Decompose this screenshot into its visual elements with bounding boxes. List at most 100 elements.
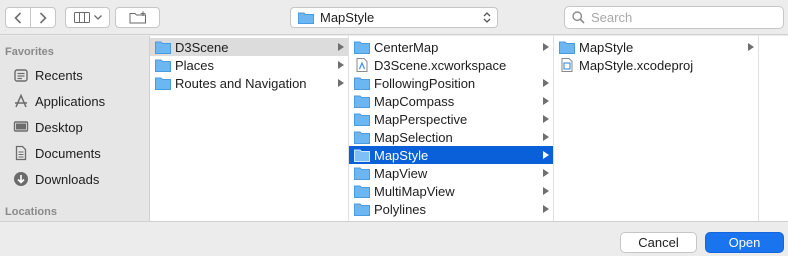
back-forward-group xyxy=(5,7,56,28)
disclosure-arrow-icon xyxy=(543,151,549,159)
toolbar: MapStyle xyxy=(0,0,788,35)
row-label: FollowingPosition xyxy=(374,75,476,91)
disclosure-arrow-icon xyxy=(543,205,549,213)
column-row-routes[interactable]: Routes and Navigation xyxy=(150,74,348,92)
folder-icon xyxy=(298,12,314,24)
search-input[interactable] xyxy=(591,10,771,25)
path-popup[interactable]: MapStyle xyxy=(290,7,498,28)
disclosure-arrow-icon xyxy=(338,43,344,51)
chevron-left-icon xyxy=(14,11,22,24)
column-row-mapperspective[interactable]: MapPerspective xyxy=(349,110,553,128)
folder-icon xyxy=(354,95,370,108)
column-row-followingposition[interactable]: FollowingPosition xyxy=(349,74,553,92)
column-row-polylines[interactable]: Polylines xyxy=(349,200,553,218)
open-button[interactable]: Open xyxy=(705,232,784,253)
chevron-right-icon xyxy=(39,11,47,24)
documents-icon xyxy=(12,144,30,162)
folder-icon xyxy=(354,149,370,162)
chevron-down-icon xyxy=(93,15,102,20)
row-label: Places xyxy=(175,57,215,73)
new-folder-icon xyxy=(129,11,146,24)
browser-column-3: MapStyle MapStyle.xcodeproj xyxy=(554,36,759,221)
folder-icon xyxy=(354,185,370,198)
sidebar-item-documents[interactable]: Documents xyxy=(12,142,101,164)
column-row-mapstyle-folder[interactable]: MapStyle xyxy=(554,38,758,56)
disclosure-arrow-icon xyxy=(543,79,549,87)
sidebar: Favorites Recents Applications Desktop D… xyxy=(0,36,150,221)
recents-icon xyxy=(12,66,30,84)
row-label: MapStyle xyxy=(579,39,634,55)
desktop-icon xyxy=(12,118,30,136)
folder-icon xyxy=(354,77,370,90)
sidebar-item-label: Documents xyxy=(35,145,101,161)
disclosure-arrow-icon xyxy=(543,97,549,105)
new-folder-button[interactable] xyxy=(115,7,160,28)
xcodeproj-file-icon xyxy=(561,58,573,72)
row-label: MapSelection xyxy=(374,129,453,145)
column-row-xcodeproj[interactable]: MapStyle.xcodeproj xyxy=(554,56,758,74)
folder-icon xyxy=(354,203,370,216)
disclosure-arrow-icon xyxy=(748,43,754,51)
sidebar-item-label: Recents xyxy=(35,67,83,83)
column-row-workspace[interactable]: D3Scene.xcworkspace xyxy=(349,56,553,74)
row-label: MultiMapView xyxy=(374,183,455,199)
sidebar-item-downloads[interactable]: Downloads xyxy=(12,168,99,190)
disclosure-arrow-icon xyxy=(338,79,344,87)
browser-column-empty xyxy=(759,36,788,221)
favorites-header: Favorites xyxy=(5,46,54,58)
row-label: MapStyle xyxy=(374,147,429,163)
dialog-footer: Cancel Open xyxy=(0,221,788,256)
disclosure-arrow-icon xyxy=(338,61,344,69)
folder-icon xyxy=(354,41,370,54)
disclosure-arrow-icon xyxy=(543,115,549,123)
folder-icon xyxy=(354,167,370,180)
search-icon xyxy=(572,11,585,24)
search-field[interactable] xyxy=(564,6,784,29)
row-label: Polylines xyxy=(374,201,427,217)
column-row-mapview[interactable]: MapView xyxy=(349,164,553,182)
browser-column-2: CenterMap D3Scene.xcworkspace FollowingP… xyxy=(349,36,554,221)
row-label: MapView xyxy=(374,165,428,181)
sidebar-item-desktop[interactable]: Desktop xyxy=(12,116,83,138)
disclosure-arrow-icon xyxy=(543,187,549,195)
folder-icon xyxy=(559,41,575,54)
row-label: Routes and Navigation xyxy=(175,75,307,91)
disclosure-arrow-icon xyxy=(543,169,549,177)
browser-column-1: D3Scene Places Routes and Navigation xyxy=(150,36,349,221)
column-row-places[interactable]: Places xyxy=(150,56,348,74)
row-label: D3Scene xyxy=(175,39,229,55)
row-label: MapStyle.xcodeproj xyxy=(579,57,694,73)
locations-header: Locations xyxy=(5,206,57,218)
columns-view-icon xyxy=(73,12,90,23)
row-label: CenterMap xyxy=(374,39,439,55)
column-row-multimapview[interactable]: MultiMapView xyxy=(349,182,553,200)
sidebar-item-label: Downloads xyxy=(35,171,100,187)
column-row-centermap[interactable]: CenterMap xyxy=(349,38,553,56)
path-popup-label: MapStyle xyxy=(320,10,375,25)
row-label: MapCompass xyxy=(374,93,455,109)
folder-icon xyxy=(155,41,171,54)
sidebar-item-applications[interactable]: Applications xyxy=(12,90,105,112)
folder-icon xyxy=(354,131,370,144)
forward-button[interactable] xyxy=(30,8,55,27)
workspace-file-icon xyxy=(356,58,368,72)
back-button[interactable] xyxy=(6,8,30,27)
folder-icon xyxy=(155,77,171,90)
cancel-button[interactable]: Cancel xyxy=(620,232,697,253)
sidebar-item-recents[interactable]: Recents xyxy=(12,64,83,86)
applications-icon xyxy=(12,92,30,110)
view-mode-button[interactable] xyxy=(65,7,110,28)
disclosure-arrow-icon xyxy=(543,43,549,51)
sidebar-item-label: Desktop xyxy=(35,119,83,135)
updown-chevron-icon xyxy=(483,12,491,23)
folder-icon xyxy=(155,59,171,72)
downloads-icon xyxy=(12,170,30,188)
column-row-mapstyle[interactable]: MapStyle xyxy=(349,146,553,164)
column-row-mapcompass[interactable]: MapCompass xyxy=(349,92,553,110)
row-label: D3Scene.xcworkspace xyxy=(374,57,507,73)
column-row-d3scene[interactable]: D3Scene xyxy=(150,38,348,56)
row-label: MapPerspective xyxy=(374,111,468,127)
disclosure-arrow-icon xyxy=(543,133,549,141)
column-row-mapselection[interactable]: MapSelection xyxy=(349,128,553,146)
folder-icon xyxy=(354,113,370,126)
